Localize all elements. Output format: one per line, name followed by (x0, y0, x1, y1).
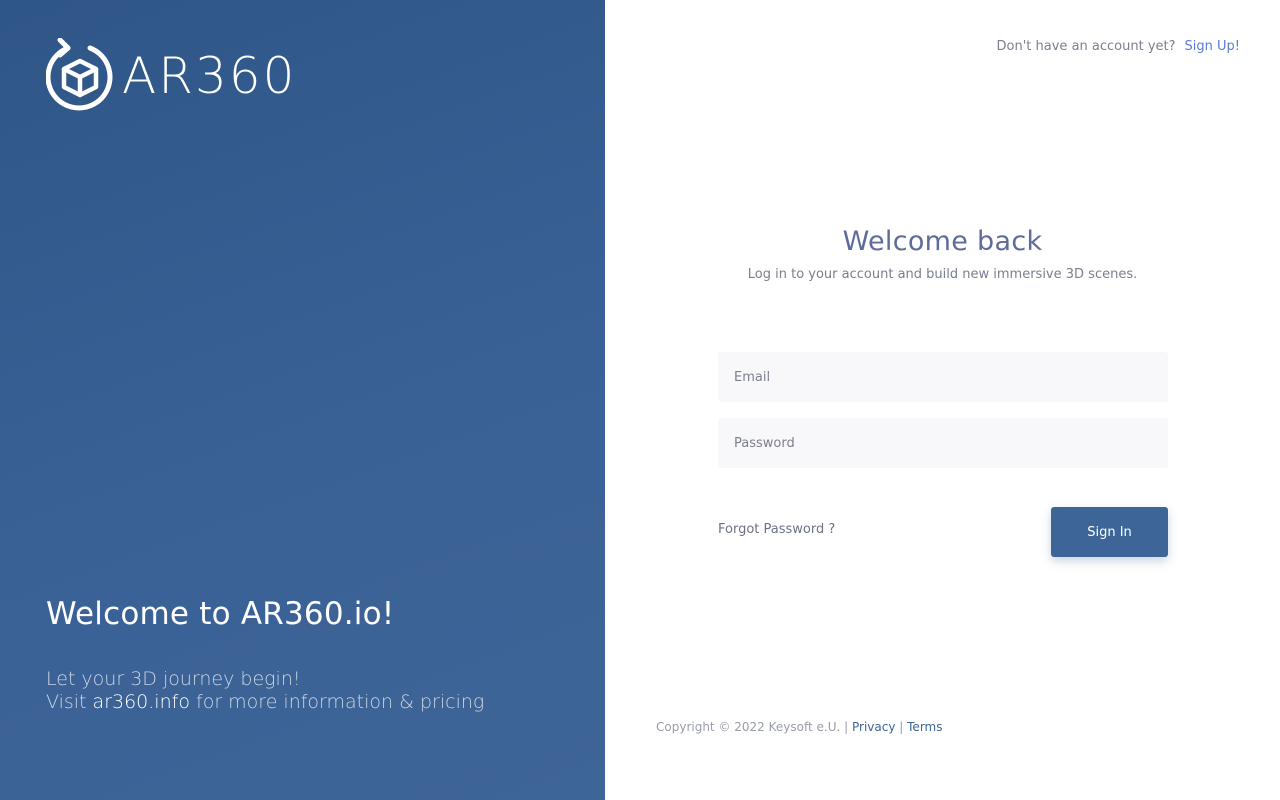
signup-question: Don't have an account yet? (996, 39, 1176, 54)
visit-prefix: Visit (46, 691, 87, 713)
promo-line-2: Visit ar360.info for more information & … (46, 691, 484, 714)
visit-suffix: for more information & pricing (196, 691, 485, 713)
forgot-password-link[interactable]: Forgot Password ? (718, 522, 835, 537)
password-field[interactable] (718, 418, 1168, 468)
login-panel: Don't have an account yet? Sign Up! Welc… (605, 0, 1280, 800)
login-header: Welcome back Log in to your account and … (605, 226, 1280, 282)
signup-prompt: Don't have an account yet? Sign Up! (997, 39, 1240, 54)
promo-line-1: Let your 3D journey begin! (46, 668, 301, 690)
info-site-link[interactable]: ar360.info (93, 691, 190, 713)
footer-separator: | (899, 720, 904, 734)
logo[interactable]: AR360 (46, 38, 296, 114)
cube-refresh-icon (46, 38, 113, 111)
privacy-link[interactable]: Privacy (852, 720, 895, 734)
page-subtitle: Log in to your account and build new imm… (747, 267, 1138, 282)
footer: Copyright © 2022 Keysoft e.U. | Privacy … (656, 720, 942, 734)
logo-text: AR360 (122, 47, 297, 105)
signup-link[interactable]: Sign Up! (1185, 39, 1240, 54)
promo-text: Let your 3D journey begin! Visit ar360.i… (46, 668, 484, 714)
email-field[interactable] (718, 352, 1168, 402)
brand-panel: AR360 Welcome to AR360.io! Let your 3D j… (0, 0, 605, 800)
page-title: Welcome back (842, 226, 1043, 257)
sign-in-button[interactable]: Sign In (1051, 507, 1168, 557)
promo-title: Welcome to AR360.io! (46, 596, 395, 632)
copyright-text: Copyright © 2022 Keysoft e.U. | (656, 720, 849, 734)
terms-link[interactable]: Terms (907, 720, 942, 734)
